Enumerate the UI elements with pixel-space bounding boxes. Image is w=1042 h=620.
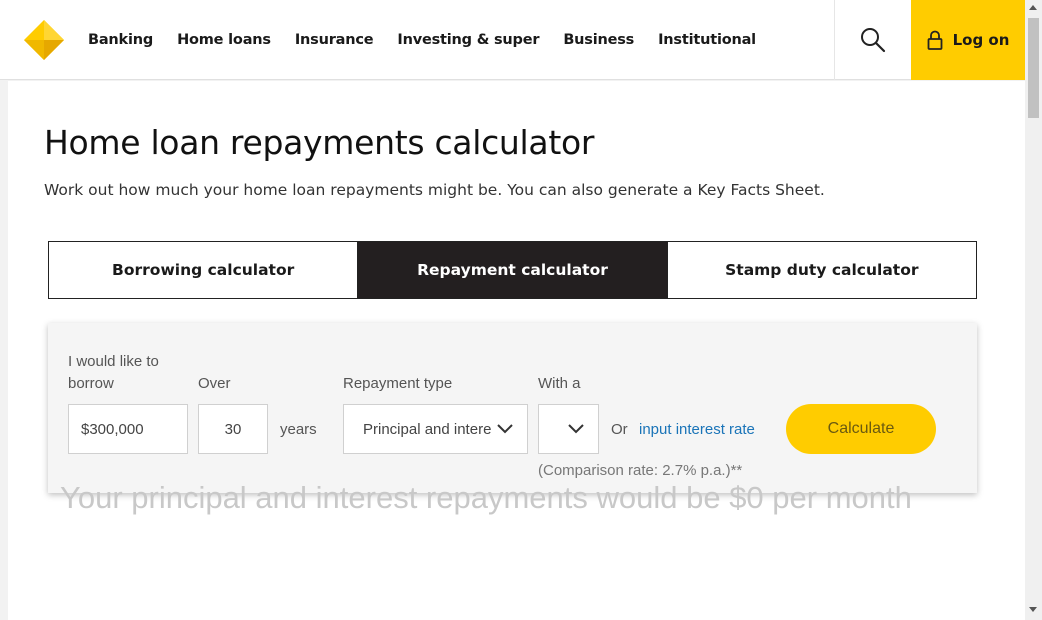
- over-label: Over: [198, 375, 231, 392]
- repayment-type-value: Principal and interest: [363, 420, 491, 438]
- with-label: With a: [538, 375, 581, 392]
- nav-business[interactable]: Business: [563, 32, 634, 48]
- repayment-calculator-form: I would like to borrow $300,000 Over 30 …: [48, 323, 977, 493]
- vertical-scrollbar[interactable]: [1025, 0, 1042, 620]
- tab-borrowing-calculator[interactable]: Borrowing calculator: [49, 242, 357, 298]
- or-label: Or: [611, 421, 628, 438]
- loan-term-input[interactable]: 30: [198, 404, 268, 454]
- borrow-amount-value: $300,000: [81, 420, 144, 438]
- borrow-label-line2: borrow: [68, 375, 114, 392]
- scroll-down-arrow-icon[interactable]: [1029, 607, 1037, 612]
- calculate-button[interactable]: Calculate: [786, 404, 936, 454]
- years-label: years: [280, 421, 317, 438]
- commbank-logo[interactable]: [22, 18, 66, 62]
- tab-repayment-calculator[interactable]: Repayment calculator: [357, 242, 667, 298]
- search-button[interactable]: [834, 0, 911, 80]
- repayment-type-select[interactable]: Principal and interest: [343, 404, 528, 454]
- chevron-down-icon: [568, 424, 584, 434]
- borrow-amount-input[interactable]: $300,000: [68, 404, 188, 454]
- log-on-label: Log on: [952, 31, 1010, 49]
- chevron-down-icon: [497, 424, 513, 434]
- search-icon: [861, 28, 886, 53]
- site-header: Banking Home loans Insurance Investing &…: [0, 0, 1025, 80]
- lock-icon: [927, 30, 942, 50]
- comparison-rate-text: (Comparison rate: 2.7% p.a.)**: [538, 462, 743, 479]
- nav-banking[interactable]: Banking: [88, 32, 153, 48]
- log-on-button[interactable]: Log on: [911, 0, 1025, 80]
- page-content: Home loan repayments calculator Work out…: [8, 81, 1025, 620]
- scroll-up-arrow-icon[interactable]: [1029, 5, 1037, 10]
- repayment-type-label: Repayment type: [343, 375, 453, 392]
- nav-home-loans[interactable]: Home loans: [177, 32, 271, 48]
- nav-institutional[interactable]: Institutional: [658, 32, 756, 48]
- interest-rate-select[interactable]: [538, 404, 599, 454]
- nav-insurance[interactable]: Insurance: [295, 32, 374, 48]
- tab-stamp-duty-calculator[interactable]: Stamp duty calculator: [666, 242, 976, 298]
- repayment-result-text: Your principal and interest repayments w…: [60, 480, 912, 515]
- nav-investing-super[interactable]: Investing & super: [397, 32, 539, 48]
- scrollbar-thumb[interactable]: [1028, 18, 1039, 118]
- main-nav: Banking Home loans Insurance Investing &…: [88, 0, 780, 80]
- page-title: Home loan repayments calculator: [44, 123, 595, 162]
- calculator-tabs: Borrowing calculator Repayment calculato…: [48, 241, 977, 299]
- borrow-label-line1: I would like to: [68, 353, 159, 370]
- input-interest-rate-link[interactable]: input interest rate: [639, 421, 755, 438]
- page-subtitle: Work out how much your home loan repayme…: [44, 181, 825, 199]
- loan-term-value: 30: [224, 420, 242, 438]
